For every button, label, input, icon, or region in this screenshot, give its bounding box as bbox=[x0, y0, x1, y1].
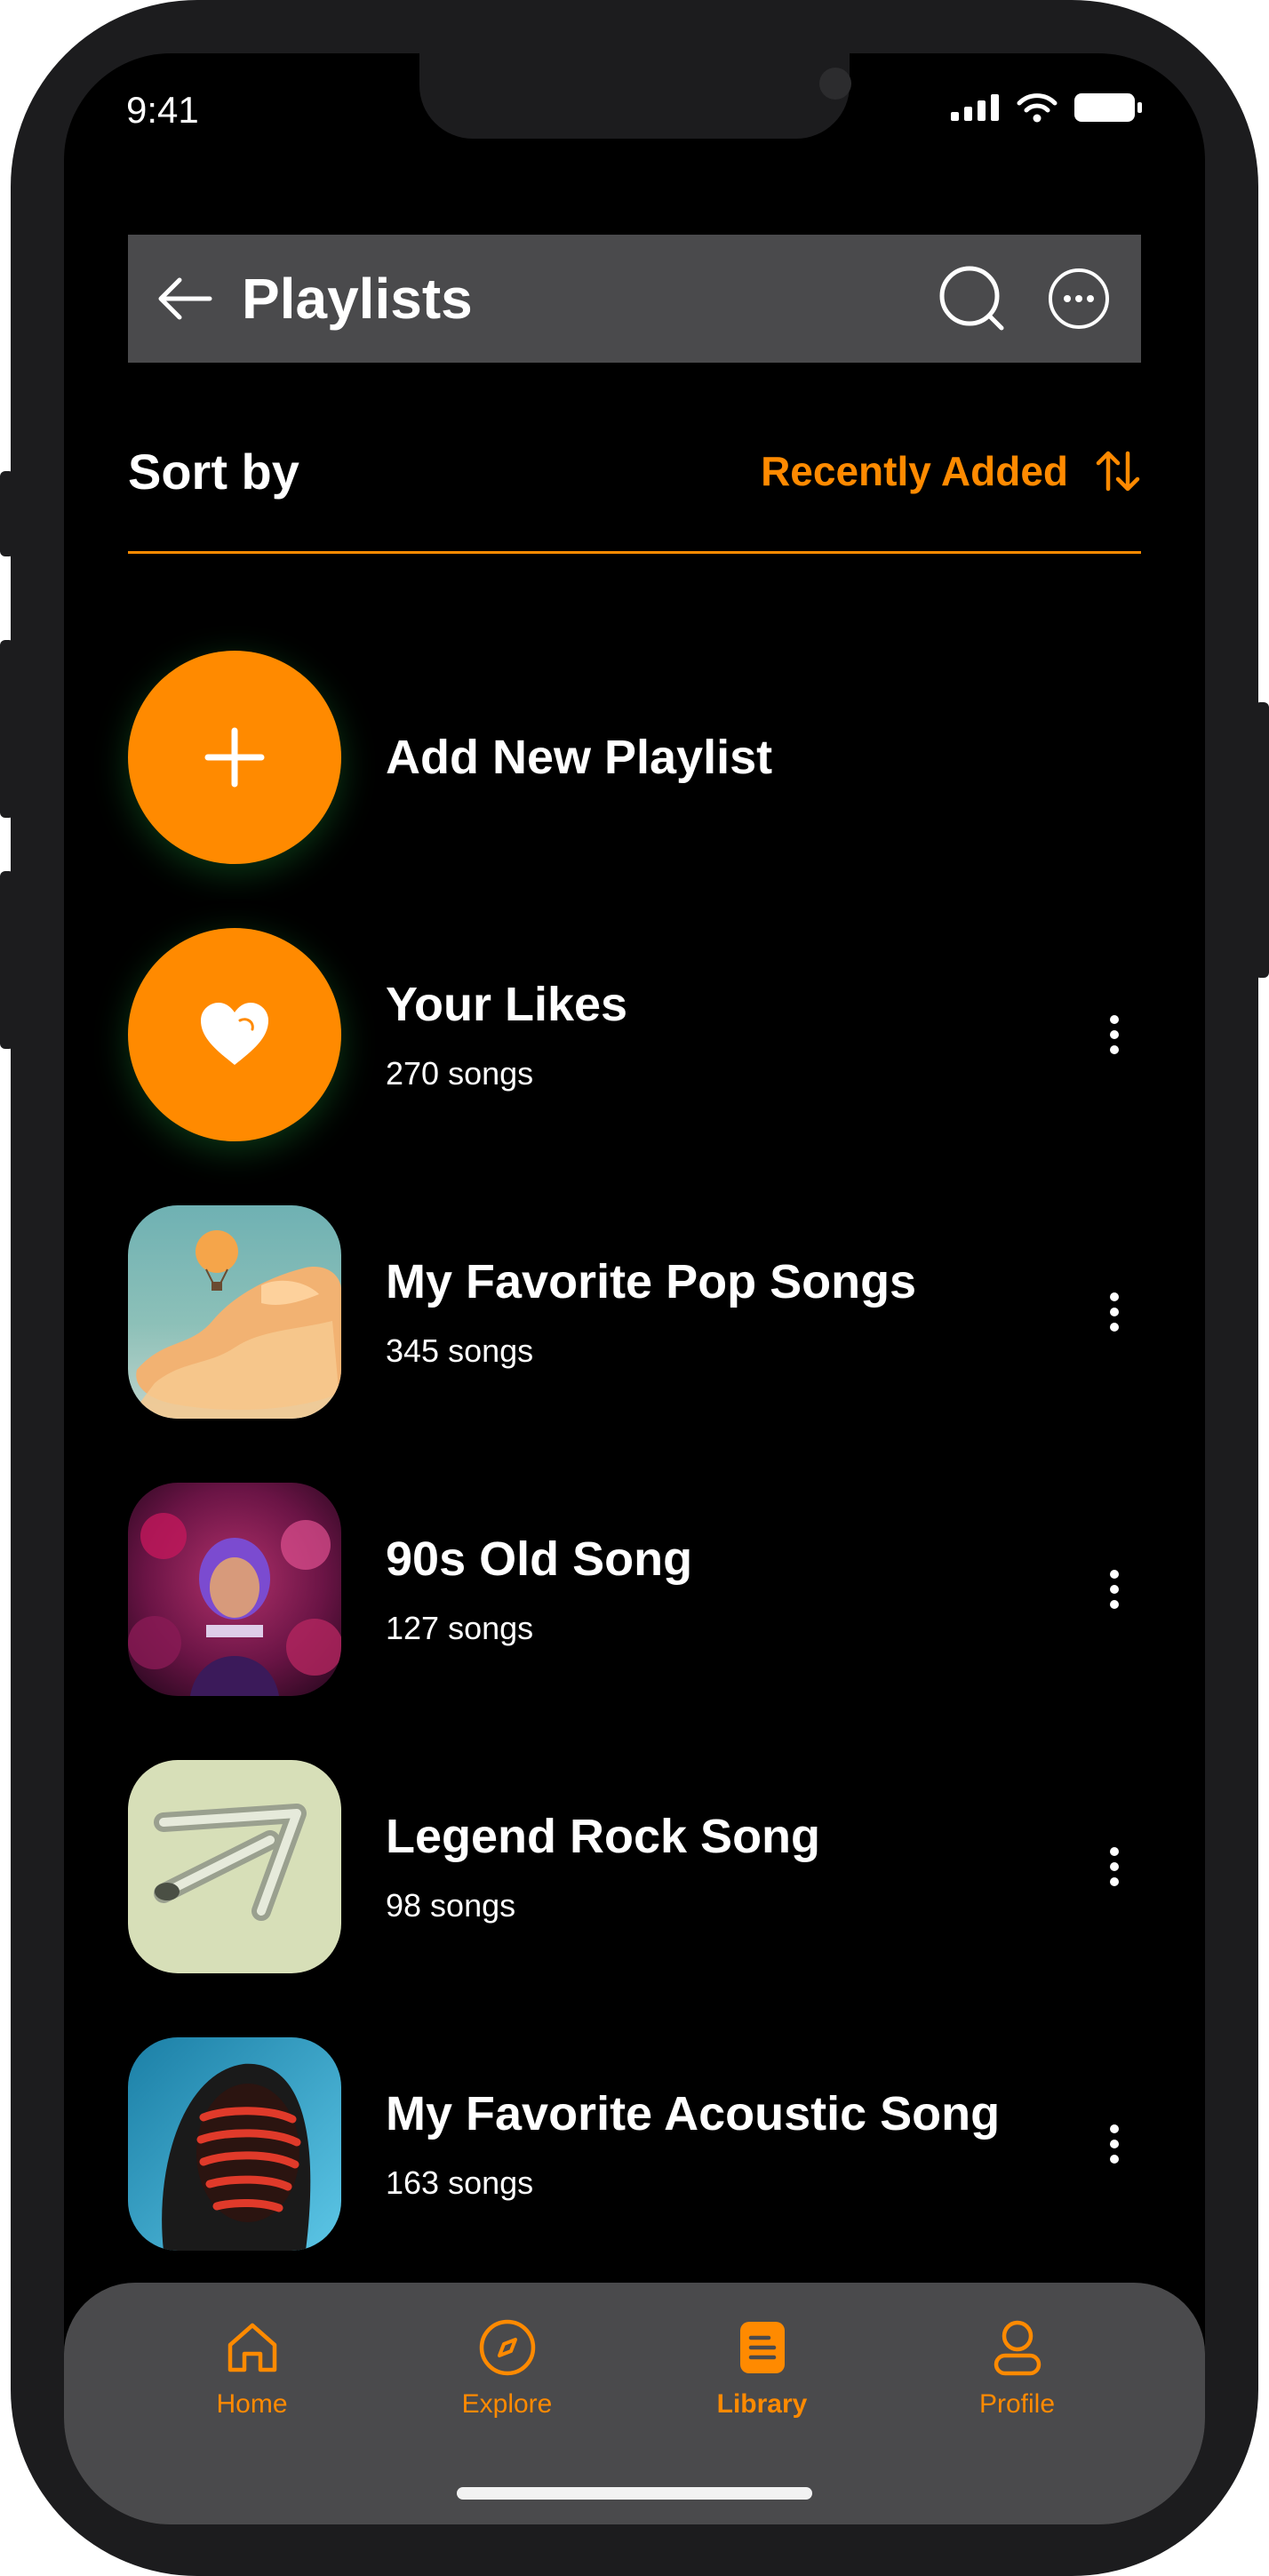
more-vertical-icon bbox=[1110, 1292, 1119, 1332]
more-horizontal-icon bbox=[1049, 268, 1109, 329]
playlist-more-button[interactable] bbox=[1088, 1268, 1141, 1356]
more-options-button[interactable] bbox=[1034, 254, 1123, 343]
likes-thumbnail bbox=[128, 928, 341, 1141]
tab-label: Library bbox=[716, 2389, 808, 2419]
add-playlist-label: Add New Playlist bbox=[386, 731, 773, 784]
compass-icon bbox=[479, 2319, 535, 2376]
home-icon bbox=[227, 2323, 276, 2372]
playlist-title: My Favorite Pop Songs bbox=[386, 1255, 917, 1308]
album-art-balloon-image bbox=[128, 1205, 341, 1419]
tab-profile[interactable]: Profile bbox=[890, 2318, 1145, 2420]
playlist-song-count: 270 songs bbox=[386, 1055, 534, 1092]
sort-row: Sort by Recently Added bbox=[128, 427, 1141, 516]
album-art-face-image bbox=[128, 2037, 341, 2251]
divider bbox=[128, 551, 1141, 554]
app-header: Playlists bbox=[128, 235, 1141, 363]
tab-label: Profile bbox=[978, 2389, 1056, 2419]
playlist-row[interactable]: Legend Rock Song 98 songs bbox=[128, 1728, 1141, 2005]
playlist-more-button[interactable] bbox=[1088, 1822, 1141, 1911]
playlist-title: 90s Old Song bbox=[386, 1532, 693, 1586]
tab-home[interactable]: Home bbox=[124, 2318, 379, 2420]
playlist-song-count: 127 songs bbox=[386, 1610, 534, 1646]
playlist-more-button[interactable] bbox=[1088, 1545, 1141, 1634]
page-title: Playlists bbox=[242, 267, 473, 331]
album-art-pop bbox=[128, 1205, 341, 1419]
playlist-song-count: 98 songs bbox=[386, 1887, 516, 1924]
search-icon bbox=[939, 266, 1004, 331]
add-playlist-button[interactable] bbox=[128, 651, 341, 864]
back-button[interactable] bbox=[128, 235, 242, 363]
side-button-volume-down bbox=[0, 871, 14, 1049]
add-playlist-row[interactable]: Add New Playlist bbox=[128, 619, 1141, 896]
playlist-title: Legend Rock Song bbox=[386, 1810, 821, 1863]
playlist-more-button[interactable] bbox=[1088, 990, 1141, 1079]
camera-icon bbox=[819, 68, 851, 100]
side-button-mute bbox=[0, 471, 14, 556]
plus-icon bbox=[204, 727, 265, 788]
playlist-song-count: 163 songs bbox=[386, 2164, 534, 2201]
more-vertical-icon bbox=[1110, 1847, 1119, 1886]
album-art-portrait-image bbox=[128, 1483, 341, 1696]
sort-arrows-icon[interactable] bbox=[1095, 448, 1141, 494]
album-art-acoustic bbox=[128, 2037, 341, 2251]
tab-explore[interactable]: Explore bbox=[379, 2318, 634, 2420]
side-button-volume-up bbox=[0, 640, 14, 818]
playlist-more-button[interactable] bbox=[1088, 2100, 1141, 2188]
battery-icon bbox=[1073, 92, 1143, 126]
playlist-row[interactable]: 90s Old Song 127 songs bbox=[128, 1451, 1141, 1728]
heart-icon bbox=[201, 1003, 268, 1065]
search-button[interactable] bbox=[928, 254, 1017, 343]
more-vertical-icon bbox=[1110, 1015, 1119, 1054]
sort-value[interactable]: Recently Added bbox=[761, 447, 1068, 495]
playlist-row[interactable]: My Favorite Pop Songs 345 songs bbox=[128, 1173, 1141, 1451]
profile-icon bbox=[994, 2320, 1041, 2376]
screen: 9:41 Playlists Sort by Recently Added Ad… bbox=[64, 53, 1205, 2524]
playlist-list: Add New Playlist Your Likes 270 songs My… bbox=[128, 619, 1141, 2283]
more-vertical-icon bbox=[1110, 2124, 1119, 2164]
tab-label: Home bbox=[216, 2389, 288, 2419]
more-vertical-icon bbox=[1110, 1570, 1119, 1609]
sort-selector[interactable]: Recently Added bbox=[761, 447, 1141, 495]
playlist-row[interactable]: My Favorite Acoustic Song 163 songs bbox=[128, 2005, 1141, 2283]
tab-library[interactable]: Library bbox=[634, 2318, 890, 2420]
tab-label: Explore bbox=[461, 2389, 553, 2419]
playlist-title: Your Likes bbox=[386, 978, 628, 1031]
wifi-icon bbox=[1017, 92, 1058, 126]
signal-icon bbox=[951, 94, 1001, 124]
home-indicator bbox=[457, 2487, 812, 2500]
sort-label: Sort by bbox=[128, 443, 299, 500]
arrow-left-icon bbox=[158, 277, 212, 320]
playlist-title: My Favorite Acoustic Song bbox=[386, 2087, 1001, 2140]
album-art-rock bbox=[128, 1760, 341, 1973]
album-art-90s bbox=[128, 1483, 341, 1696]
status-time: 9:41 bbox=[126, 89, 199, 131]
notch bbox=[419, 53, 851, 139]
album-art-tubular-image bbox=[128, 1760, 341, 1973]
playlist-song-count: 345 songs bbox=[386, 1332, 534, 1369]
library-icon bbox=[739, 2322, 785, 2373]
side-button-power bbox=[1255, 702, 1269, 978]
status-icons bbox=[951, 92, 1143, 126]
playlist-row[interactable]: Your Likes 270 songs bbox=[128, 896, 1141, 1173]
